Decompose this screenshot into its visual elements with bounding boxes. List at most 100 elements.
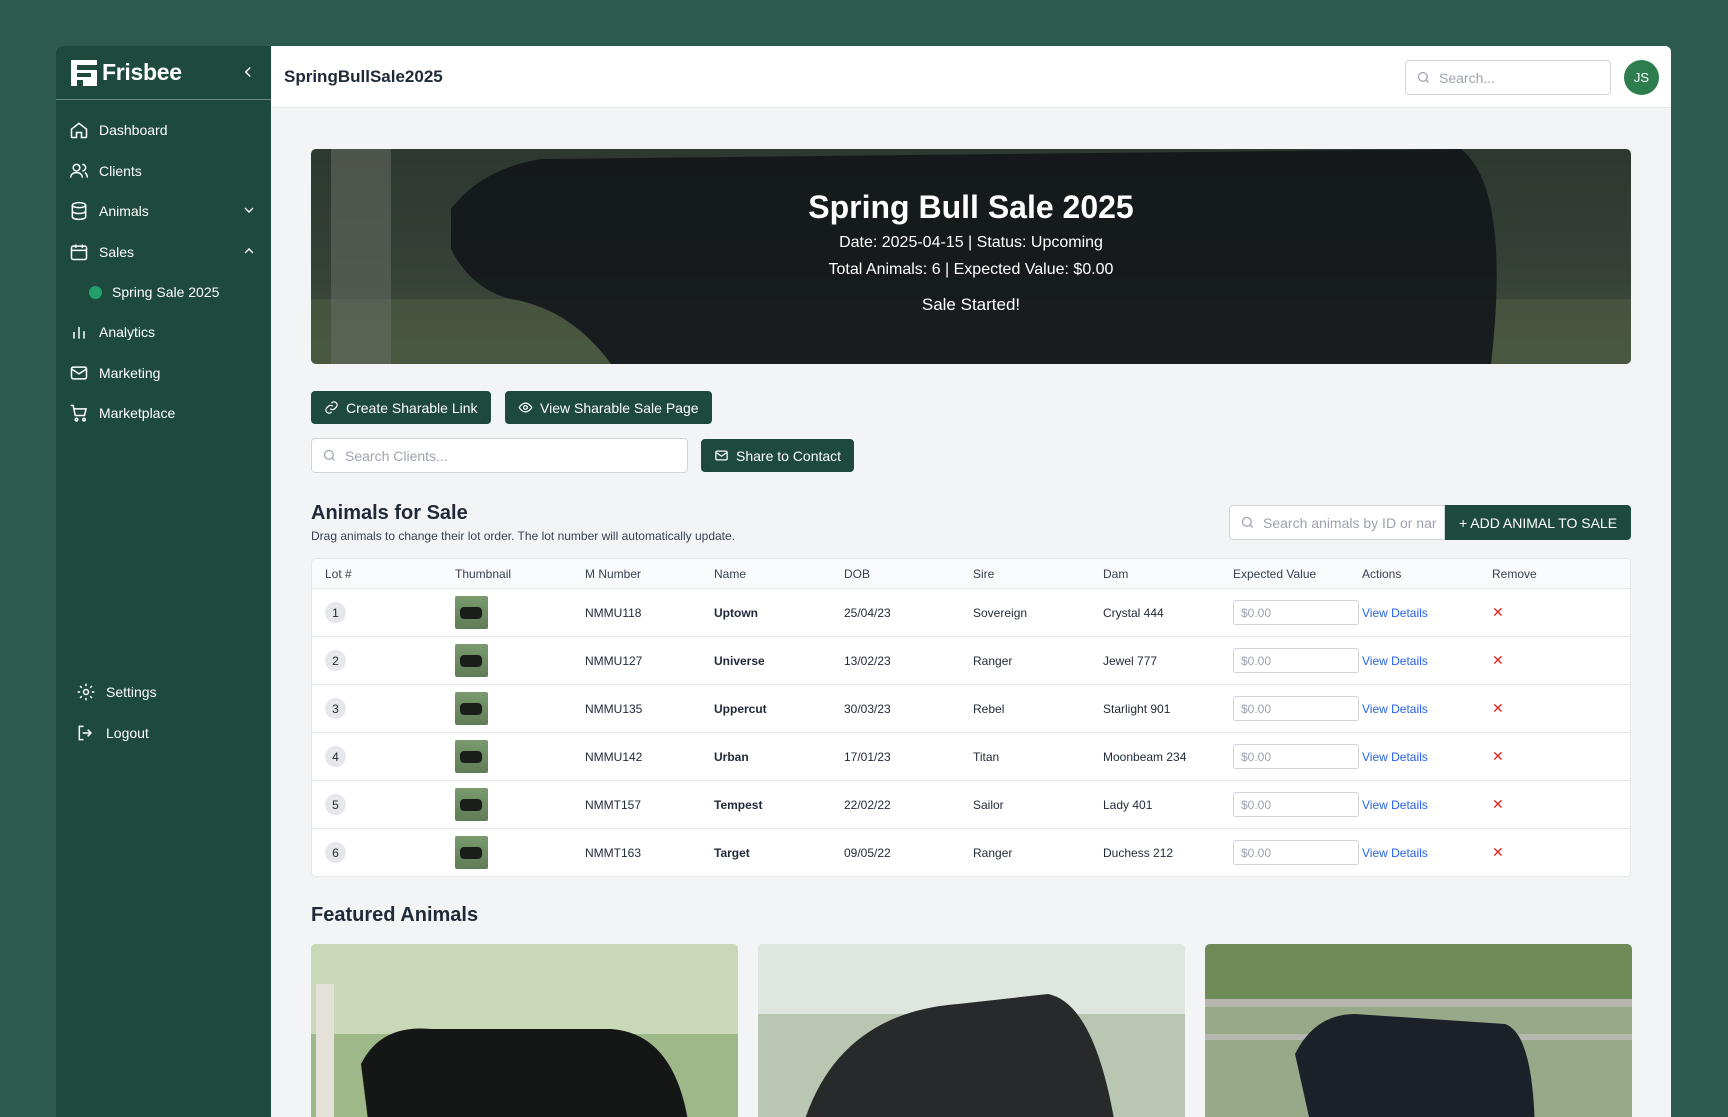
animal-thumbnail (455, 692, 488, 725)
sidebar-item-analytics[interactable]: Analytics (56, 312, 271, 353)
lot-number-badge[interactable]: 2 (325, 650, 346, 671)
remove-icon[interactable]: ✕ (1492, 844, 1504, 861)
search-placeholder: Search Clients... (345, 447, 448, 464)
expected-value-input[interactable]: $0.00 (1233, 744, 1359, 769)
sidebar-item-logout[interactable]: Logout (56, 713, 271, 754)
animal-thumbnail (455, 788, 488, 821)
view-details-link[interactable]: View Details (1362, 654, 1428, 668)
table-body: 1 NMMU118 Uptown 25/04/23 Sovereign Crystal 4… (312, 589, 1630, 876)
view-sharable-sale-page-button[interactable]: View Sharable Sale Page (505, 391, 712, 424)
sidebar-item-dashboard[interactable]: Dashboard (56, 110, 271, 151)
search-placeholder: Search... (1439, 69, 1496, 86)
featured-animal-card[interactable] (758, 944, 1185, 1117)
sidebar-item-label: Marketplace (99, 405, 176, 422)
create-sharable-link-button[interactable]: Create Sharable Link (311, 391, 491, 424)
expected-value-input[interactable]: $0.00 (1233, 792, 1359, 817)
top-bar: SpringBullSale2025 Search... JS (271, 46, 1671, 108)
featured-animal-card[interactable] (311, 944, 738, 1117)
column-header: DOB (844, 566, 871, 581)
lot-number-badge[interactable]: 4 (325, 746, 346, 767)
lot-number-badge[interactable]: 6 (325, 842, 346, 863)
sidebar-item-settings[interactable]: Settings (56, 672, 271, 713)
chevron-down-icon[interactable] (241, 202, 257, 218)
sidebar-item-label: Marketing (99, 364, 161, 381)
sale-totals: Total Animals: 6 | Expected Value: $0.00 (828, 261, 1114, 278)
button-label: Share to Contact (736, 447, 842, 464)
app-window: Frisbee Dashboard Clients Animals Sales (56, 46, 1671, 1117)
name-cell: Urban (714, 749, 749, 764)
sidebar-item-animals[interactable]: Animals (56, 191, 271, 232)
table-row[interactable]: 2 NMMU127 Universe 13/02/23 Ranger Jewel 777 $… (312, 637, 1630, 685)
remove-icon[interactable]: ✕ (1492, 604, 1504, 621)
button-label: Create Sharable Link (346, 399, 478, 416)
table-row[interactable]: 3 NMMU135 Uppercut 30/03/23 Rebel Starlight 9… (312, 685, 1630, 733)
remove-icon[interactable]: ✕ (1492, 796, 1504, 813)
sire-cell: Titan (973, 749, 1000, 764)
search-icon (1241, 516, 1253, 528)
table-row[interactable]: 4 NMMU142 Urban 17/01/23 Titan Moonbeam 234 $0… (312, 733, 1630, 781)
name-cell: Uppercut (714, 701, 767, 716)
view-details-link[interactable]: View Details (1362, 606, 1428, 620)
lot-number-badge[interactable]: 3 (325, 698, 346, 719)
sidebar-item-label: Animals (99, 203, 149, 220)
view-details-link[interactable]: View Details (1362, 702, 1428, 716)
sale-title: Spring Bull Sale 2025 (808, 189, 1134, 225)
table-row[interactable]: 6 NMMT163 Target 09/05/22 Ranger Duchess 212 $… (312, 829, 1630, 876)
sidebar-item-marketplace[interactable]: Marketplace (56, 393, 271, 434)
sidebar-nav: Dashboard Clients Animals Sales Spring S… (56, 100, 271, 434)
animal-thumbnail (455, 644, 488, 677)
lot-number-badge[interactable]: 5 (325, 794, 346, 815)
remove-icon[interactable]: ✕ (1492, 700, 1504, 717)
column-header: Thumbnail (455, 566, 512, 581)
client-search-input[interactable]: Search Clients... (311, 438, 688, 473)
column-header: Sire (973, 566, 995, 581)
animal-search-input[interactable]: Search animals by ID or nar (1229, 505, 1445, 540)
chevron-up-icon[interactable] (241, 243, 257, 259)
remove-icon[interactable]: ✕ (1492, 748, 1504, 765)
expected-value-input[interactable]: $0.00 (1233, 696, 1359, 721)
share-to-contact-button[interactable]: Share to Contact (701, 439, 855, 472)
table-row[interactable]: 5 NMMT157 Tempest 22/02/22 Sailor Lady 401 $0.… (312, 781, 1630, 829)
dob-cell: 25/04/23 (844, 605, 891, 620)
expected-value-input[interactable]: $0.00 (1233, 648, 1359, 673)
expected-value-input[interactable]: $0.00 (1233, 600, 1359, 625)
sidebar-item-clients[interactable]: Clients (56, 151, 271, 192)
mail-icon (70, 366, 88, 380)
dam-cell: Jewel 777 (1103, 653, 1158, 668)
sale-status-message: Sale Started! (921, 295, 1021, 314)
sire-cell: Ranger (973, 845, 1013, 860)
sire-cell: Sailor (973, 797, 1004, 812)
column-header: Expected Value (1233, 566, 1317, 581)
bull-photo (311, 944, 738, 1117)
name-cell: Target (714, 845, 750, 860)
table-header: Lot # Thumbnail M Number Name DOB Sire D… (312, 559, 1630, 589)
featured-animal-card[interactable] (1205, 944, 1632, 1117)
dam-cell: Crystal 444 (1103, 605, 1164, 620)
avatar[interactable]: JS (1624, 60, 1659, 95)
sidebar-item-label: Dashboard (99, 122, 168, 139)
sidebar-subitem-spring-sale[interactable]: Spring Sale 2025 (56, 272, 271, 312)
lot-number-badge[interactable]: 1 (325, 602, 346, 623)
view-details-link[interactable]: View Details (1362, 750, 1428, 764)
remove-icon[interactable]: ✕ (1492, 652, 1504, 669)
m-number-cell: NMMU135 (585, 701, 643, 716)
logout-icon (78, 725, 93, 741)
calendar-icon (70, 244, 88, 260)
view-details-link[interactable]: View Details (1362, 798, 1428, 812)
table-row[interactable]: 1 NMMU118 Uptown 25/04/23 Sovereign Crystal 4… (312, 589, 1630, 637)
dam-cell: Duchess 212 (1103, 845, 1174, 860)
sale-hero-banner: Spring Bull Sale 2025 Date: 2025-04-15 |… (311, 149, 1631, 364)
add-animal-to-sale-button[interactable]: + ADD ANIMAL TO SALE (1445, 505, 1631, 540)
expected-value-input[interactable]: $0.00 (1233, 840, 1359, 865)
global-search-input[interactable]: Search... (1405, 60, 1611, 95)
view-details-link[interactable]: View Details (1362, 846, 1428, 860)
name-cell: Uptown (714, 605, 758, 620)
sidebar-item-sales[interactable]: Sales (56, 232, 271, 273)
animal-thumbnail (455, 740, 488, 773)
gear-icon (77, 683, 95, 701)
collapse-sidebar-icon[interactable] (239, 63, 257, 81)
sidebar-item-marketing[interactable]: Marketing (56, 353, 271, 394)
sire-cell: Rebel (973, 701, 1005, 716)
dam-cell: Starlight 901 (1103, 701, 1171, 716)
bull-photo (758, 944, 1185, 1117)
